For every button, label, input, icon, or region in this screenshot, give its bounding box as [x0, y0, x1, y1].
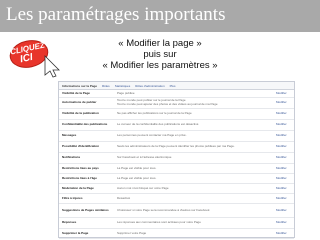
edit-link[interactable]: Modifier [276, 176, 294, 181]
tab-0[interactable]: Informations sur la Page [62, 84, 97, 88]
settings-row: Réponses Les réponses aux commentaires so… [59, 218, 294, 229]
settings-row-value: Tout le monde peut publier sur le journa… [117, 99, 218, 106]
settings-row-label: Supprimer la Page [62, 231, 89, 235]
edit-link[interactable]: Modifier [276, 134, 294, 138]
settings-row: Restrictions liées à l'âge La Page est vi… [59, 174, 294, 184]
settings-row-label: Filtre à injures [62, 196, 83, 200]
settings-row-label: Possibilité d'identification [62, 145, 100, 149]
settings-row: Visibilité de la Page Page publiée Modifie… [59, 90, 294, 98]
settings-row-label: Notifications [62, 156, 81, 160]
tab-2[interactable]: Statistiques [115, 84, 131, 88]
click-here-badge: CLIQUEZ ICI [7, 36, 65, 78]
settings-row-label: Confidentialité des publications [62, 123, 108, 127]
settings-row: Autorisations de publier Tout le monde pe… [59, 98, 294, 109]
edit-link[interactable]: Modifier [276, 156, 294, 160]
page-settings-panel: Informations sur la Page Rôles Statistique… [58, 81, 295, 239]
settings-row-value: Supprimer votre Page [117, 231, 147, 235]
edit-link[interactable]: Modifier [276, 123, 294, 127]
settings-row: Visibilité de la publication Ne pas affic… [59, 109, 294, 120]
tab-1[interactable]: Rôles [102, 84, 110, 88]
caption-line: « Modifier les paramètres » [102, 60, 218, 71]
settings-row-value: Ne pas afficher les publications sur le … [117, 112, 192, 116]
edit-link[interactable]: Modifier [276, 101, 294, 105]
slide-title: Les paramétrages importants [6, 4, 226, 25]
tab-3[interactable]: Rôles d'administration [135, 84, 164, 88]
settings-row-label: Visibilité de la publication [62, 112, 99, 116]
instruction-caption: « Modifier la page » puis sur « Modifier… [70, 38, 250, 71]
settings-row-value: Les personnes peuvent contacter ma Page … [117, 134, 187, 138]
settings-rows: Visibilité de la Page Page publiée Modifie… [59, 90, 294, 239]
settings-row-value: Sur Facebook et à l'adresse électronique [117, 156, 172, 160]
settings-row-label: Visibilité de la Page [62, 91, 90, 95]
edit-link[interactable]: Modifier [276, 145, 294, 149]
settings-row-label: Messages [62, 134, 77, 138]
settings-row: Possibilité d'identification Seuls les ad… [59, 142, 294, 153]
caption-line: « Modifier la page » [118, 38, 202, 49]
settings-row-value: Les réponses aux commentaires sont activ… [117, 221, 201, 225]
edit-link[interactable]: Modifier [276, 91, 294, 96]
edit-link[interactable]: Modifier [276, 208, 294, 213]
settings-row-label: Restrictions liées à l'âge [62, 176, 97, 180]
settings-row-value: Désactivé [117, 196, 131, 200]
edit-link[interactable]: Modifier [276, 112, 294, 116]
settings-row-label: Suggestions de Pages similaires [62, 208, 109, 212]
slide-title-bar: Les paramétrages importants [0, 0, 320, 32]
settings-row: Messages Les personnes peuvent contacter … [59, 131, 294, 142]
edit-link[interactable]: Modifier [276, 196, 294, 201]
settings-row-label: Autorisations de publier [62, 101, 97, 105]
settings-row: Confidentialité des publications Le curse… [59, 120, 294, 131]
settings-row-value: La Page est visible pour tous. [117, 176, 157, 180]
tab-4[interactable]: Plus [170, 84, 176, 88]
edit-link[interactable]: Modifier [276, 166, 294, 171]
caption-line: puis sur [143, 49, 177, 60]
edit-link[interactable]: Modifier [276, 231, 294, 236]
settings-row: Suggestions de Pages similaires Choisisse… [59, 204, 294, 218]
settings-row-label: Restrictions liées au pays [62, 166, 99, 170]
click-here-cursor-icon: CLIQUEZ ICI [9, 40, 60, 78]
edit-link[interactable]: Modifier [276, 221, 294, 225]
settings-row-value: Seuls les administrateurs de la Page peu… [117, 145, 235, 149]
settings-row-value: Page publiée [117, 91, 135, 95]
settings-row: Modération de la Page Aucun mot n'est blo… [59, 184, 294, 194]
settings-row-label: Réponses [62, 221, 77, 225]
settings-row: Restrictions liées au pays La Page est vi… [59, 164, 294, 174]
settings-row: Supprimer la Page Supprimer votre Page Mod… [59, 229, 294, 239]
settings-row-value: La Page est visible pour tous. [117, 166, 157, 170]
settings-row-label: Modération de la Page [62, 186, 94, 190]
settings-row-value: Le curseur de la confidentialité des pub… [117, 123, 199, 127]
settings-row: Notifications Sur Facebook et à l'adresse… [59, 153, 294, 164]
settings-row: Filtre à injures Désactivé Modifier [59, 194, 294, 204]
settings-row-value: Aucun mot n'est bloqué sur votre Page [117, 186, 169, 190]
settings-tabs: Informations sur la Page Rôles Statistique… [59, 82, 294, 90]
edit-link[interactable]: Modifier [276, 186, 294, 191]
settings-row-value: Choisissez si votre Page sera recommandé… [117, 208, 210, 212]
